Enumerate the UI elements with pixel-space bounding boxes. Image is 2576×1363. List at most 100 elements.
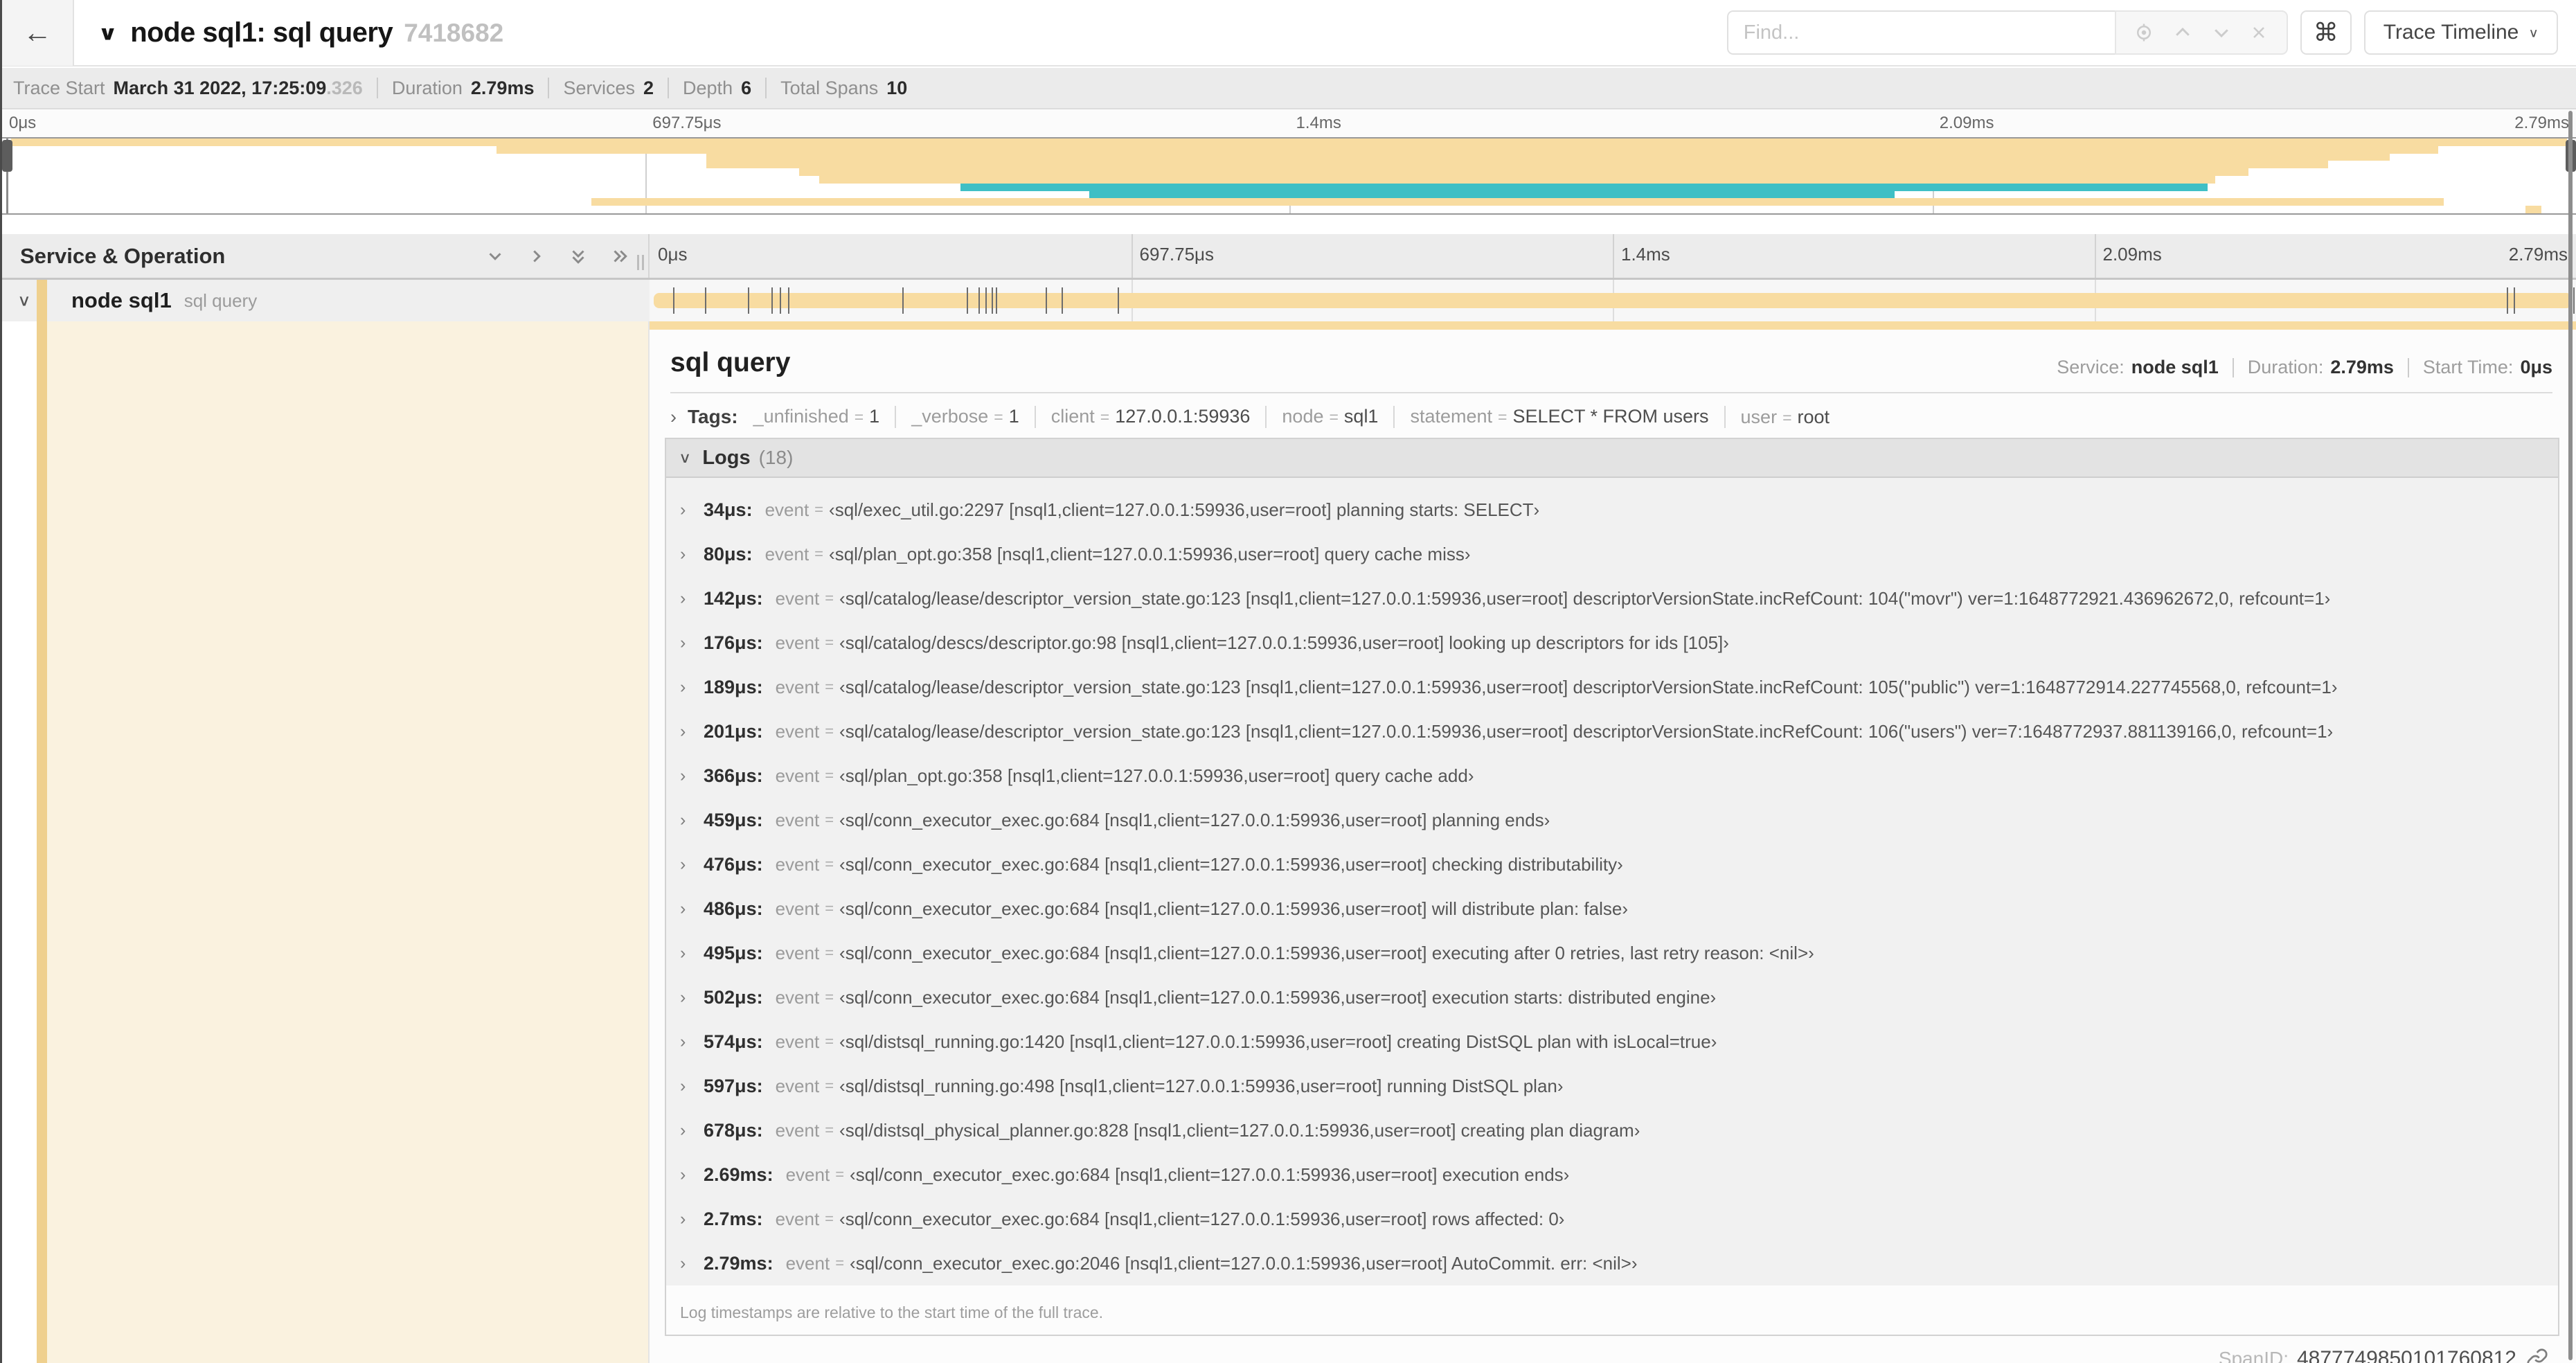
minimap-span-row	[6, 175, 2572, 184]
log-timestamp: 2.7ms:	[704, 1208, 763, 1229]
log-tick-mark	[1046, 287, 1048, 314]
log-field-key: event	[775, 986, 820, 1008]
trace-summary-item: Trace Start March 31 2022, 17:25:09 .326	[13, 78, 392, 99]
summary-value: 6	[741, 77, 752, 98]
log-equals: =	[825, 722, 834, 740]
deep-link-icon[interactable]	[2526, 1348, 2548, 1363]
summary-value: 2	[643, 77, 654, 98]
span-row[interactable]: ∨ node sql1 sql query	[2, 280, 2576, 321]
ruler-tick-label: 1.4ms	[1296, 114, 1341, 132]
log-row[interactable]: › 495μs: event = ‹sql/conn_executor_exec…	[666, 931, 2558, 975]
log-row[interactable]: › 80μs: event = ‹sql/plan_opt.go:358 [ns…	[666, 532, 2558, 576]
tags-label: Tags:	[688, 406, 738, 427]
logs-count: (18)	[758, 447, 794, 468]
span-detail-title: sql query	[670, 348, 791, 377]
summary-label: Total Spans	[780, 77, 879, 98]
log-row[interactable]: › 502μs: event = ‹sql/conn_executor_exec…	[666, 975, 2558, 1019]
log-row[interactable]: › 459μs: event = ‹sql/conn_executor_exec…	[666, 798, 2558, 842]
expand-one-icon[interactable]	[526, 246, 547, 267]
summary-label: Trace Start	[13, 77, 105, 98]
span-row-name-cell[interactable]: ∨ node sql1 sql query	[2, 280, 650, 321]
log-field-key: event	[775, 587, 820, 609]
log-row[interactable]: › 2.79ms: event = ‹sql/conn_executor_exe…	[666, 1241, 2558, 1285]
log-row[interactable]: › 34μs: event = ‹sql/exec_util.go:2297 […	[666, 488, 2558, 532]
log-row[interactable]: › 2.7ms: event = ‹sql/conn_executor_exec…	[666, 1197, 2558, 1241]
chevron-right-icon: ›	[670, 406, 677, 427]
expand-all-icon[interactable]	[609, 246, 630, 267]
log-equals: =	[835, 1254, 845, 1272]
back-button[interactable]: ←	[2, 0, 74, 66]
collapse-one-icon[interactable]	[485, 246, 506, 267]
span-row-timeline-cell[interactable]	[650, 280, 2576, 321]
summary-label: Duration	[391, 77, 463, 98]
chevron-right-icon: ›	[680, 499, 686, 519]
log-row[interactable]: › 2.69ms: event = ‹sql/conn_executor_exe…	[666, 1152, 2558, 1197]
log-row[interactable]: › 366μs: event = ‹sql/plan_opt.go:358 [n…	[666, 754, 2558, 798]
detail-left-tint	[47, 321, 648, 1363]
logs-accordion: ∨ Logs (18) › 34μs: event = ‹sql/exec_ut…	[665, 438, 2559, 1336]
span-collapse-icon[interactable]: ∨	[17, 292, 38, 310]
log-field-value: ‹sql/catalog/descs/descriptor.go:98 [nsq…	[839, 632, 1729, 653]
log-field-value: ‹sql/conn_executor_exec.go:684 [nsql1,cl…	[839, 898, 1628, 919]
log-timestamp: 80μs:	[704, 543, 753, 564]
overview-item: Service: node sql1	[2057, 357, 2219, 378]
logs-header[interactable]: ∨ Logs (18)	[666, 439, 2558, 478]
trace-minimap[interactable]	[2, 137, 2576, 215]
ruler-gridline	[1613, 234, 1614, 278]
minimap-span-bar	[591, 198, 2444, 206]
tags-accordion[interactable]: › Tags: _unfinished = 1 _verbose = 1 cli…	[670, 406, 2552, 428]
find-prev-icon[interactable]	[2172, 22, 2193, 43]
log-row[interactable]: › 486μs: event = ‹sql/conn_executor_exec…	[666, 887, 2558, 931]
log-timestamp: 678μs:	[704, 1119, 763, 1141]
logs-list: › 34μs: event = ‹sql/exec_util.go:2297 […	[666, 478, 2558, 1285]
log-tick-mark	[2507, 287, 2509, 314]
minimap-span-bar	[11, 139, 2567, 146]
collapse-trace-icon[interactable]: ∨	[98, 21, 118, 45]
log-row[interactable]: › 678μs: event = ‹sql/distsql_physical_p…	[666, 1108, 2558, 1152]
span-detail-header[interactable]: sql query Service: node sql1 Duration: 2…	[670, 348, 2552, 378]
trace-view-selector[interactable]: Trace Timeline ∨	[2363, 10, 2558, 55]
logs-title: Logs	[702, 446, 751, 469]
log-equals: =	[825, 634, 834, 651]
log-tick-mark	[780, 287, 782, 314]
chevron-right-icon: ›	[680, 765, 686, 785]
log-equals: =	[825, 944, 834, 961]
locate-icon[interactable]	[2134, 22, 2154, 43]
keyboard-shortcuts-button[interactable]: ⌘	[2300, 10, 2352, 55]
expand-collapse-controls	[485, 246, 648, 267]
log-row[interactable]: › 476μs: event = ‹sql/conn_executor_exec…	[666, 842, 2558, 887]
column-resize-grip[interactable]	[637, 254, 644, 270]
log-row[interactable]: › 189μs: event = ‹sql/catalog/lease/desc…	[666, 665, 2558, 709]
minimap-span-bar	[819, 175, 2215, 184]
log-tick-mark	[902, 287, 904, 314]
log-tick-mark	[966, 287, 968, 314]
log-tick-mark	[747, 287, 749, 314]
minimap-spans	[6, 139, 2572, 213]
log-field-key: event	[775, 632, 820, 653]
chevron-right-icon: ›	[680, 1076, 686, 1096]
log-row[interactable]: › 176μs: event = ‹sql/catalog/descs/desc…	[666, 621, 2558, 665]
vertical-scrollbar[interactable]	[2568, 111, 2573, 1360]
log-field-value: ‹sql/conn_executor_exec.go:684 [nsql1,cl…	[839, 986, 1717, 1008]
log-row[interactable]: › 142μs: event = ‹sql/catalog/lease/desc…	[666, 576, 2558, 621]
log-row[interactable]: › 201μs: event = ‹sql/catalog/lease/desc…	[666, 709, 2558, 754]
log-row[interactable]: › 597μs: event = ‹sql/distsql_running.go…	[666, 1064, 2558, 1108]
span-duration-bar[interactable]	[653, 293, 2573, 308]
log-field-key: event	[775, 942, 820, 963]
summary-label: Depth	[683, 77, 733, 98]
overview-item: Duration: 2.79ms	[2219, 357, 2394, 378]
collapse-all-icon[interactable]	[568, 246, 589, 267]
page-header: ← ∨ node sql1: sql query 7418682 Find...…	[2, 0, 2576, 66]
find-input[interactable]	[1726, 10, 2115, 55]
log-field-value: ‹sql/catalog/lease/descriptor_version_st…	[839, 676, 2338, 697]
find-next-icon[interactable]	[2211, 22, 2232, 43]
ruler-tick-label: 2.79ms	[2508, 244, 2568, 265]
ruler-gridline	[1131, 234, 1133, 278]
span-detail-panel: sql query Service: node sql1 Duration: 2…	[650, 321, 2576, 1363]
find-clear-icon[interactable]	[2249, 23, 2269, 42]
minimap-left-handle[interactable]	[2, 140, 12, 172]
minimap-span-row	[6, 183, 2572, 191]
log-field-value: ‹sql/catalog/lease/descriptor_version_st…	[839, 720, 2334, 742]
log-row[interactable]: › 574μs: event = ‹sql/distsql_running.go…	[666, 1019, 2558, 1064]
log-field-value: ‹sql/plan_opt.go:358 [nsql1,client=127.0…	[829, 543, 1471, 564]
